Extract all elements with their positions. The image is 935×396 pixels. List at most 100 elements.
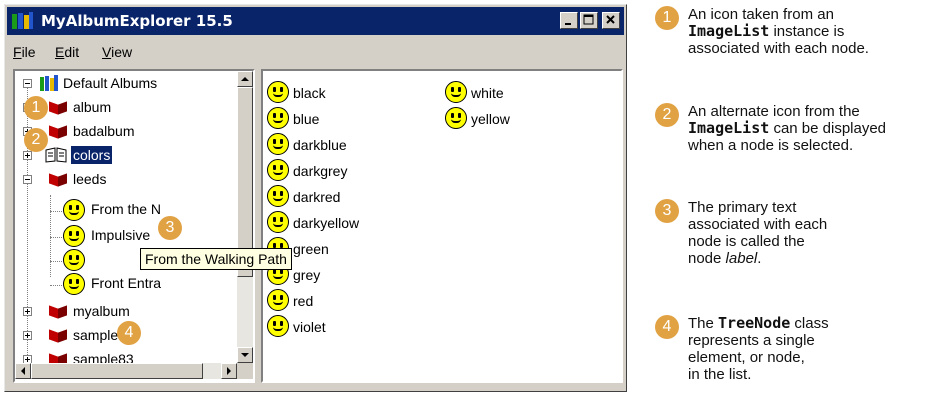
closed-book-icon [49,100,67,115]
tree-node-sample83[interactable]: sample83 [17,349,237,363]
menu-view-rest: iew [111,44,133,60]
note-text: node [688,250,726,267]
note-badge-4: 4 [655,315,679,339]
menu-file[interactable]: File [13,44,36,60]
scroll-thumb[interactable] [31,363,203,379]
app-window: MyAlbumExplorer 15.5 File Edit View Defa… [4,4,627,392]
note-3: The primary text associated with each no… [688,199,933,267]
tree-node-label: sample83 [73,351,134,363]
note-code: ImageList [688,119,770,137]
note-text: The primary text [688,199,797,216]
menu-edit[interactable]: Edit [55,44,79,60]
tree-node-badalbum[interactable]: badalbum [17,121,237,143]
note-text: An alternate icon from the [688,103,860,120]
minimize-button[interactable] [560,12,578,29]
menu-view[interactable]: View [102,44,132,60]
photo-smiley-icon [445,81,467,103]
tree-node-label: Front Entra [91,275,162,291]
tree-node-photo[interactable]: Front Entra [15,273,235,295]
note-text: when a node is selected. [688,137,854,154]
note-badge-3: 3 [655,199,679,223]
photo-smiley-icon [267,211,289,233]
tree-node-label: From the N [91,201,162,217]
expand-icon[interactable] [23,331,32,340]
title-bar[interactable]: MyAlbumExplorer 15.5 [7,7,624,35]
photo-smiley-icon [445,107,467,129]
closed-book-icon [49,124,67,139]
expand-icon[interactable] [23,355,32,363]
minimize-icon [565,23,571,25]
photo-list-view[interactable]: black blue darkblue darkgrey darkred dar… [261,69,623,383]
tree-node-colors[interactable]: colors [17,145,237,167]
note-text: element, or node, [688,349,805,366]
note-code: ImageList [688,22,770,40]
arrow-right-icon [227,367,231,375]
arrow-down-icon [241,353,249,357]
note-text: node is called the [688,233,805,250]
note-text: associated with each [688,216,828,233]
tree-horizontal-scrollbar[interactable] [15,363,237,379]
scroll-right-button[interactable] [221,363,237,379]
tree-node-album[interactable]: album [17,97,237,119]
close-button[interactable] [602,12,620,29]
maximize-button[interactable] [580,12,598,29]
photo-smiley-icon [63,199,85,221]
tree-node-label: Default Albums [63,75,158,91]
photo-smiley-icon [267,315,289,337]
note-1: An icon taken from an ImageList instance… [688,6,933,57]
tree-node-label: badalbum [73,123,135,139]
callout-badge-4: 4 [117,321,141,345]
tree-node-label: album [73,99,112,115]
closed-book-icon [49,328,67,343]
tree-vertical-scrollbar[interactable] [237,71,253,363]
note-text: instance is [769,23,845,40]
tree-node-label: Impulsive [91,227,151,243]
close-icon [606,15,615,24]
photo-smiley-icon [63,225,85,247]
open-book-icon [45,147,67,163]
note-text: can be displayed [769,120,887,137]
closed-book-icon [49,304,67,319]
collapse-icon[interactable] [23,175,32,184]
note-text: associated with each node. [688,40,869,57]
callout-badge-2: 2 [24,128,48,152]
closed-book-icon [49,172,67,187]
tree-node-photo[interactable]: From the N [15,199,235,221]
tree-node-myalbum[interactable]: myalbum [17,301,237,323]
photo-smiley-icon [63,249,85,271]
note-text: An icon taken from an [688,6,834,23]
scroll-corner [237,363,253,379]
menu-edit-rest: dit [64,44,80,60]
albums-icon [40,75,58,91]
tree-node-root[interactable]: Default Albums [17,73,237,95]
menu-file-rest: ile [21,44,36,60]
photo-smiley-icon [63,273,85,295]
collapse-icon[interactable] [23,79,32,88]
note-text: represents a single [688,332,815,349]
tree-node-label: leeds [73,171,107,187]
node-label-tooltip: From the Walking Path [140,248,292,270]
note-badge-2: 2 [655,103,679,127]
maximize-icon [583,14,594,25]
expand-icon[interactable] [23,151,32,160]
callout-badge-3: 3 [158,216,182,240]
note-code: TreeNode [718,314,791,332]
tree-node-label-selected: colors [69,145,114,165]
scroll-down-button[interactable] [237,347,253,363]
note-2: An alternate icon from the ImageList can… [688,103,933,154]
note-text: The [688,315,719,332]
arrow-up-icon [241,77,249,81]
note-4: The TreeNode class represents a single e… [688,314,933,384]
callout-badge-1: 1 [24,96,48,120]
tree-node-photo[interactable]: Impulsive [15,225,235,247]
scroll-left-button[interactable] [15,363,31,379]
note-text: in the list. [688,366,752,383]
photo-smiley-icon [267,185,289,207]
scroll-up-button[interactable] [237,71,253,87]
photo-smiley-icon [267,81,289,103]
expand-icon[interactable] [23,307,32,316]
photo-smiley-icon [267,133,289,155]
note-badge-1: 1 [655,6,679,30]
tree-node-leeds[interactable]: leeds [17,169,237,191]
photo-smiley-icon [267,289,289,311]
